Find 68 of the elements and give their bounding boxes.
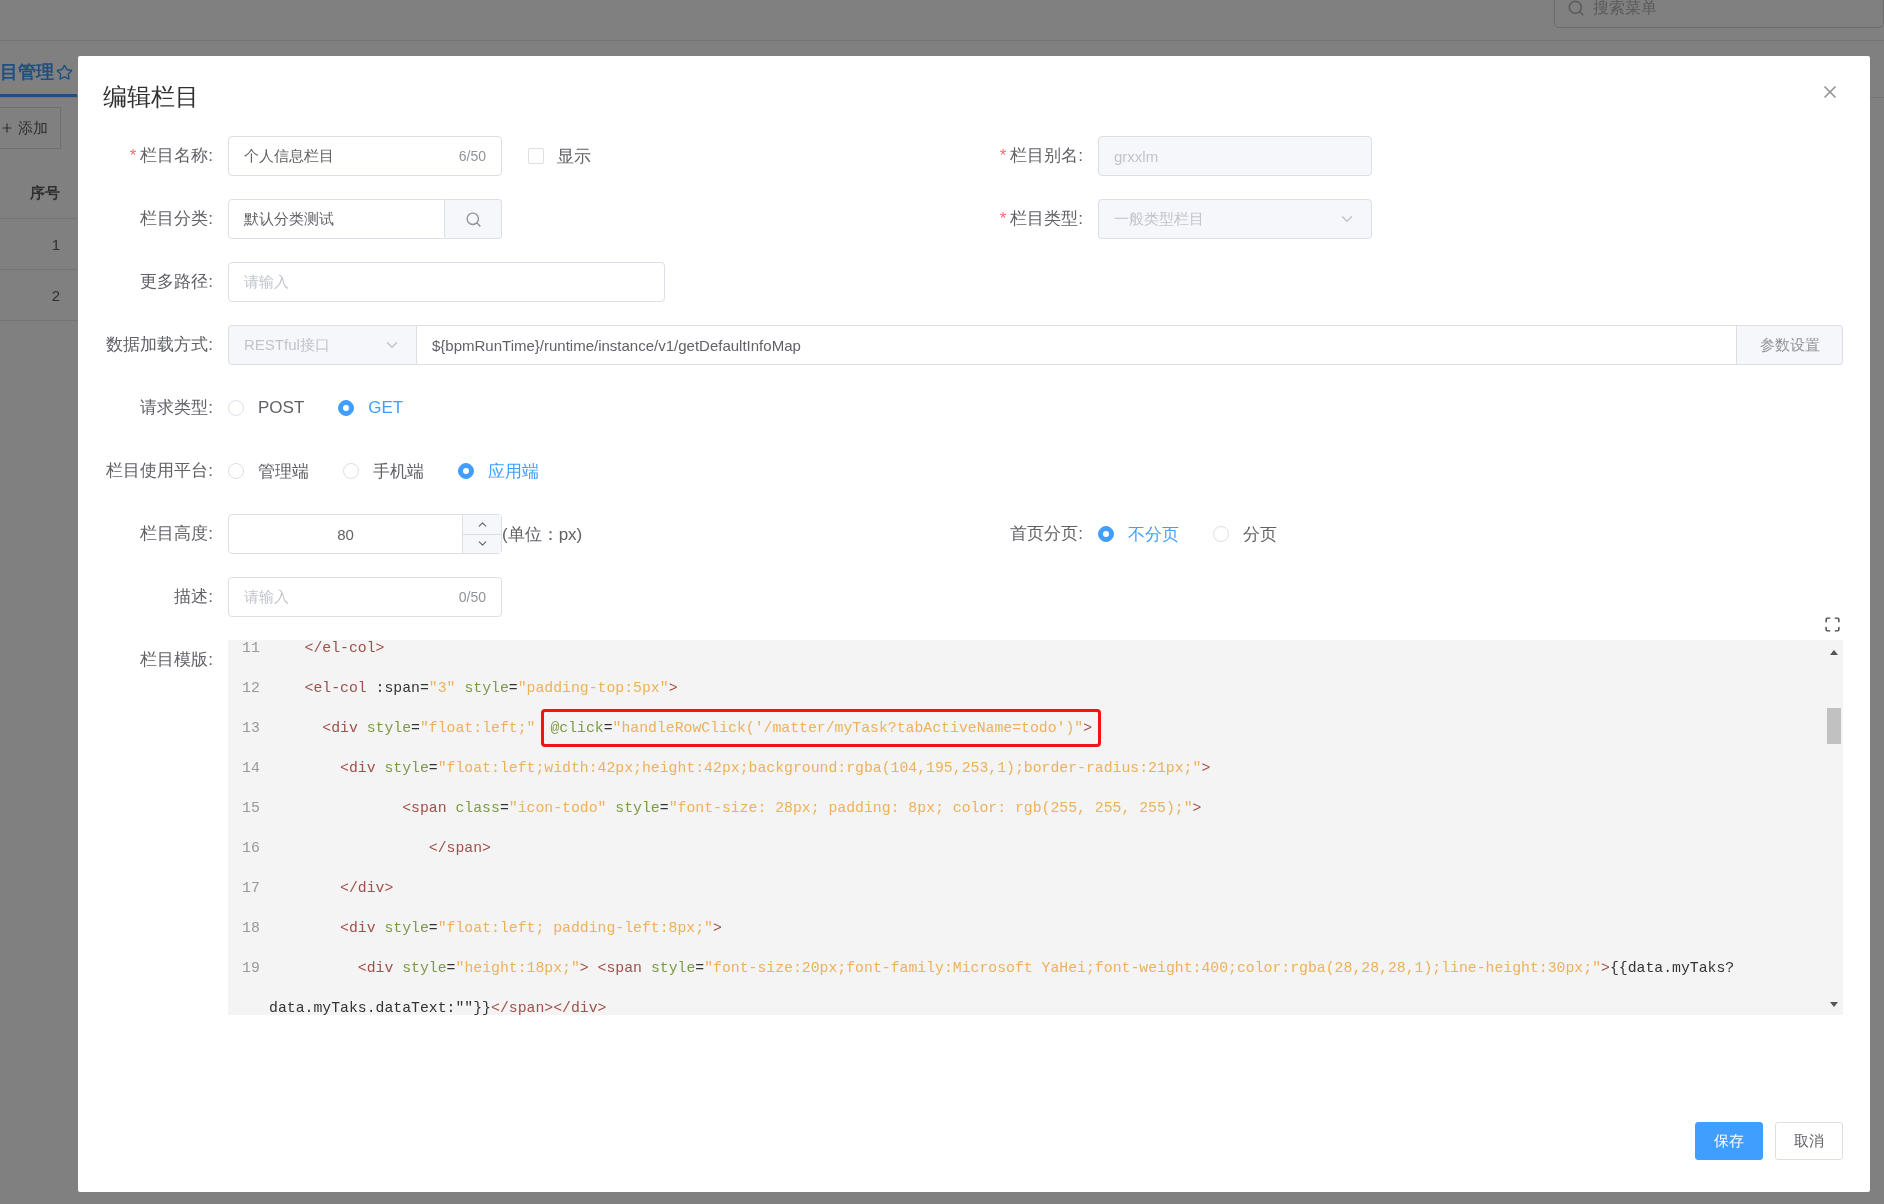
field-label: 栏目高度: [139,523,213,545]
line-number: 16 [241,840,261,856]
code-line: <div style="float:left;width:42px;height:42px;background:rgba(104,195,253,1);border-radius:21px;"> [339,760,1211,776]
code-line: <div style="height:18px;"> <span style="font-size:20px;font-family:Microsoft YaHei;font-weight:400;color:rgba(28,28,28,1);line-height:30px;">{{data.myTaks? [356,960,1735,976]
table-cell: 2 [51,286,60,304]
table-cell: 1 [51,235,60,253]
add-button[interactable]: 添加 [0,107,61,149]
code-line: </span> [427,840,491,856]
scroll-up-icon[interactable] [1829,648,1839,656]
scroll-down-icon[interactable] [1829,1001,1839,1009]
cancel-button[interactable]: 取消 [1775,1122,1843,1160]
search-button[interactable] [445,199,502,239]
field-label: 数据加载方式: [105,334,213,356]
radio-label: 不分页 [1128,523,1179,546]
column-header: 序号 [30,183,60,203]
field-label: 首页分页: [1009,523,1083,545]
line-number: 19 [241,960,261,976]
radio-button[interactable] [458,463,474,479]
radio-label: GET [368,398,404,418]
field-label: * 栏目类型: [998,208,1083,230]
field-label: 栏目分类: [139,208,213,230]
scroll-thumb[interactable] [1827,708,1841,744]
plus-icon [0,121,14,135]
code-line: </el-col> [303,640,385,656]
dialog-title: 编辑栏目 [103,82,199,112]
code-line: <div style="float:left; padding-left:8px;"> [339,920,722,936]
star-icon [56,63,73,81]
checkbox[interactable] [528,148,544,164]
checkbox-label: 显示 [557,145,591,168]
radio-label: 应用端 [488,460,539,483]
line-number: 18 [241,920,261,936]
code-line: <div style="float:left;" [321,720,536,736]
field-label: * 栏目别名: [998,145,1083,167]
radio-button[interactable] [338,400,355,416]
url-field[interactable]: ${bpmRunTime}/runtime/instance/v1/getDefaultInfoMap [417,325,1737,365]
radio-label: POST [258,398,305,418]
field-label: 栏目模版: [139,649,213,671]
fullscreen-icon[interactable] [1824,616,1841,633]
field-label: 更多路径: [139,271,213,293]
radio-label: 手机端 [373,460,424,483]
highlight-box: @click="handleRowClick('/matter/myTask?tabActiveName=todo')"> [541,709,1102,747]
field-label: * 栏目名称: [128,145,213,167]
line-number: 15 [241,800,261,816]
radio-label: 分页 [1243,523,1277,546]
search-icon [1567,0,1585,17]
field-label: 描述: [173,586,213,608]
params-button[interactable]: 参数设置 [1737,325,1843,365]
line-number: 14 [241,760,261,776]
text-field[interactable]: 默认分类测试 [228,199,445,239]
code-line: data.myTaks.dataText:""}}</span></div> [269,1000,607,1015]
radio-button[interactable] [1098,526,1114,542]
number-field[interactable]: 80 [228,514,502,554]
field-label: 请求类型: [139,397,213,419]
text-field[interactable]: 个人信息栏目 6/50 [228,136,502,176]
line-number: 12 [241,680,261,696]
code-line: <span class="icon-todo" style="font-size: 28px; padding: 8px; color: rgb(255, 255, 255);"> [401,800,1202,816]
code-line: </div> [339,880,394,896]
line-number: 11 [241,640,261,656]
text-field[interactable]: 请输入 [228,262,665,302]
text-field[interactable]: 请输入 0/50 [228,577,502,617]
line-number: 13 [241,720,261,736]
field-label: 栏目使用平台: [105,460,213,482]
radio-label: 管理端 [258,460,309,483]
line-number: 17 [241,880,261,896]
search-icon [464,210,482,228]
unit-label: (单位：px) [502,523,583,546]
code-line: <el-col :span="3" style="padding-top:5px"> [303,680,678,696]
save-button[interactable]: 保存 [1695,1122,1763,1160]
